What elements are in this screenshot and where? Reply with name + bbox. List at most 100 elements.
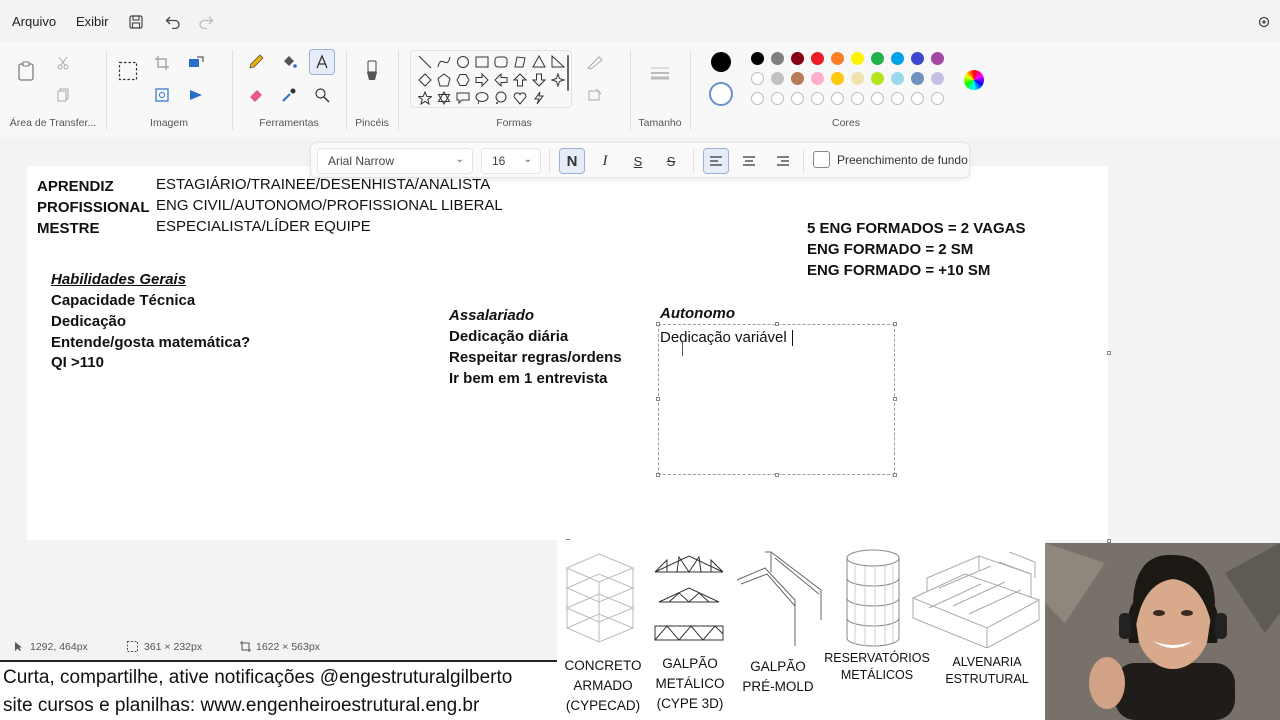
color-swatch[interactable] xyxy=(851,52,864,65)
copy-icon[interactable] xyxy=(50,82,76,108)
right-triangle-icon[interactable] xyxy=(550,54,566,70)
color-picker-icon[interactable] xyxy=(276,82,302,108)
color-swatch[interactable] xyxy=(831,92,844,105)
down-arrow-icon[interactable] xyxy=(531,72,547,88)
color-swatch[interactable] xyxy=(791,92,804,105)
rectangle-shape-icon[interactable] xyxy=(474,54,490,70)
select-icon[interactable] xyxy=(115,58,141,84)
line-size-icon[interactable] xyxy=(647,60,673,86)
color-swatch[interactable] xyxy=(871,52,884,65)
brush-icon[interactable] xyxy=(359,58,385,84)
color-swatch[interactable] xyxy=(811,52,824,65)
color-swatch[interactable] xyxy=(931,52,944,65)
color-swatch[interactable] xyxy=(851,72,864,85)
italic-button[interactable]: I xyxy=(592,148,618,174)
secondary-color-swatch[interactable] xyxy=(709,82,733,106)
color-swatch[interactable] xyxy=(771,52,784,65)
bold-button[interactable]: N xyxy=(559,148,585,174)
color-swatch[interactable] xyxy=(791,52,804,65)
resize-handle[interactable] xyxy=(893,473,897,477)
menu-view[interactable]: Exibir xyxy=(76,14,109,29)
line-shape-icon[interactable] xyxy=(417,54,433,70)
cut-icon[interactable] xyxy=(50,50,76,76)
fill-background-checkbox[interactable] xyxy=(813,151,830,168)
text-tool-icon[interactable] xyxy=(309,49,335,75)
resize-handle[interactable] xyxy=(656,322,660,326)
settings-icon[interactable] xyxy=(1253,11,1275,33)
pentagon-shape-icon[interactable] xyxy=(436,72,452,88)
paste-icon[interactable] xyxy=(13,58,39,84)
color-swatch[interactable] xyxy=(871,92,884,105)
callout-rect-icon[interactable] xyxy=(455,90,471,106)
primary-color-swatch[interactable] xyxy=(711,52,731,72)
align-right-icon[interactable] xyxy=(770,148,796,174)
color-swatch[interactable] xyxy=(911,92,924,105)
color-swatch[interactable] xyxy=(911,52,924,65)
shapes-scrollbar[interactable] xyxy=(567,55,569,91)
color-swatch[interactable] xyxy=(791,72,804,85)
resize-handle[interactable] xyxy=(893,322,897,326)
right-arrow-icon[interactable] xyxy=(474,72,490,88)
image-select-icon[interactable] xyxy=(149,82,175,108)
polygon-shape-icon[interactable] xyxy=(512,54,528,70)
color-swatch[interactable] xyxy=(931,92,944,105)
color-swatch[interactable] xyxy=(771,72,784,85)
rounded-rectangle-icon[interactable] xyxy=(493,54,509,70)
redo-icon[interactable] xyxy=(195,11,217,33)
color-swatch[interactable] xyxy=(911,72,924,85)
fill-icon[interactable] xyxy=(276,49,302,75)
crop-icon[interactable] xyxy=(149,50,175,76)
callout-oval-icon[interactable] xyxy=(474,90,490,106)
color-swatch[interactable] xyxy=(931,72,944,85)
outline-icon[interactable] xyxy=(582,50,608,76)
resize-handle[interactable] xyxy=(656,473,660,477)
canvas-resize-handle[interactable] xyxy=(1107,351,1111,355)
color-swatch[interactable] xyxy=(891,92,904,105)
resize-handle[interactable] xyxy=(775,473,779,477)
pencil-icon[interactable] xyxy=(243,49,269,75)
save-icon[interactable] xyxy=(125,11,147,33)
color-swatch[interactable] xyxy=(851,92,864,105)
color-swatch[interactable] xyxy=(771,92,784,105)
up-arrow-icon[interactable] xyxy=(512,72,528,88)
menu-file[interactable]: Arquivo xyxy=(12,14,56,29)
edit-colors-icon[interactable] xyxy=(964,70,984,90)
color-swatch[interactable] xyxy=(871,72,884,85)
color-swatch[interactable] xyxy=(891,72,904,85)
text-box-content[interactable]: Dedicação variável xyxy=(660,329,787,346)
drawing-canvas[interactable]: APRENDIZ ESTAGIÁRIO/TRAINEE/DESENHISTA/A… xyxy=(27,166,1108,540)
align-left-icon[interactable] xyxy=(703,148,729,174)
undo-icon[interactable] xyxy=(162,11,184,33)
align-center-icon[interactable] xyxy=(736,148,762,174)
curve-shape-icon[interactable] xyxy=(436,54,452,70)
rotate-icon[interactable] xyxy=(183,82,209,108)
resize-handle[interactable] xyxy=(656,397,660,401)
callout-cloud-icon[interactable] xyxy=(493,90,509,106)
strikethrough-button[interactable]: S xyxy=(658,148,684,174)
text-box-selection[interactable] xyxy=(656,322,897,477)
resize-handle[interactable] xyxy=(775,322,779,326)
shape-fill-icon[interactable] xyxy=(582,82,608,108)
underline-button[interactable]: S xyxy=(625,148,651,174)
eraser-icon[interactable] xyxy=(243,82,269,108)
font-size-select[interactable]: 16 ⌄ xyxy=(481,148,541,174)
color-swatch[interactable] xyxy=(751,72,764,85)
color-swatch[interactable] xyxy=(751,92,764,105)
left-arrow-icon[interactable] xyxy=(493,72,509,88)
six-point-star-icon[interactable] xyxy=(436,90,452,106)
color-swatch[interactable] xyxy=(811,72,824,85)
color-swatch[interactable] xyxy=(751,52,764,65)
color-swatch[interactable] xyxy=(811,92,824,105)
magnifier-icon[interactable] xyxy=(309,82,335,108)
oval-shape-icon[interactable] xyxy=(455,54,471,70)
font-family-select[interactable]: Arial Narrow ⌄ xyxy=(317,148,473,174)
color-swatch[interactable] xyxy=(891,52,904,65)
resize-icon[interactable] xyxy=(183,50,209,76)
color-swatch[interactable] xyxy=(831,72,844,85)
diamond-shape-icon[interactable] xyxy=(417,72,433,88)
color-swatch[interactable] xyxy=(831,52,844,65)
four-point-star-icon[interactable] xyxy=(550,72,566,88)
heart-shape-icon[interactable] xyxy=(512,90,528,106)
triangle-shape-icon[interactable] xyxy=(531,54,547,70)
lightning-shape-icon[interactable] xyxy=(531,90,547,106)
